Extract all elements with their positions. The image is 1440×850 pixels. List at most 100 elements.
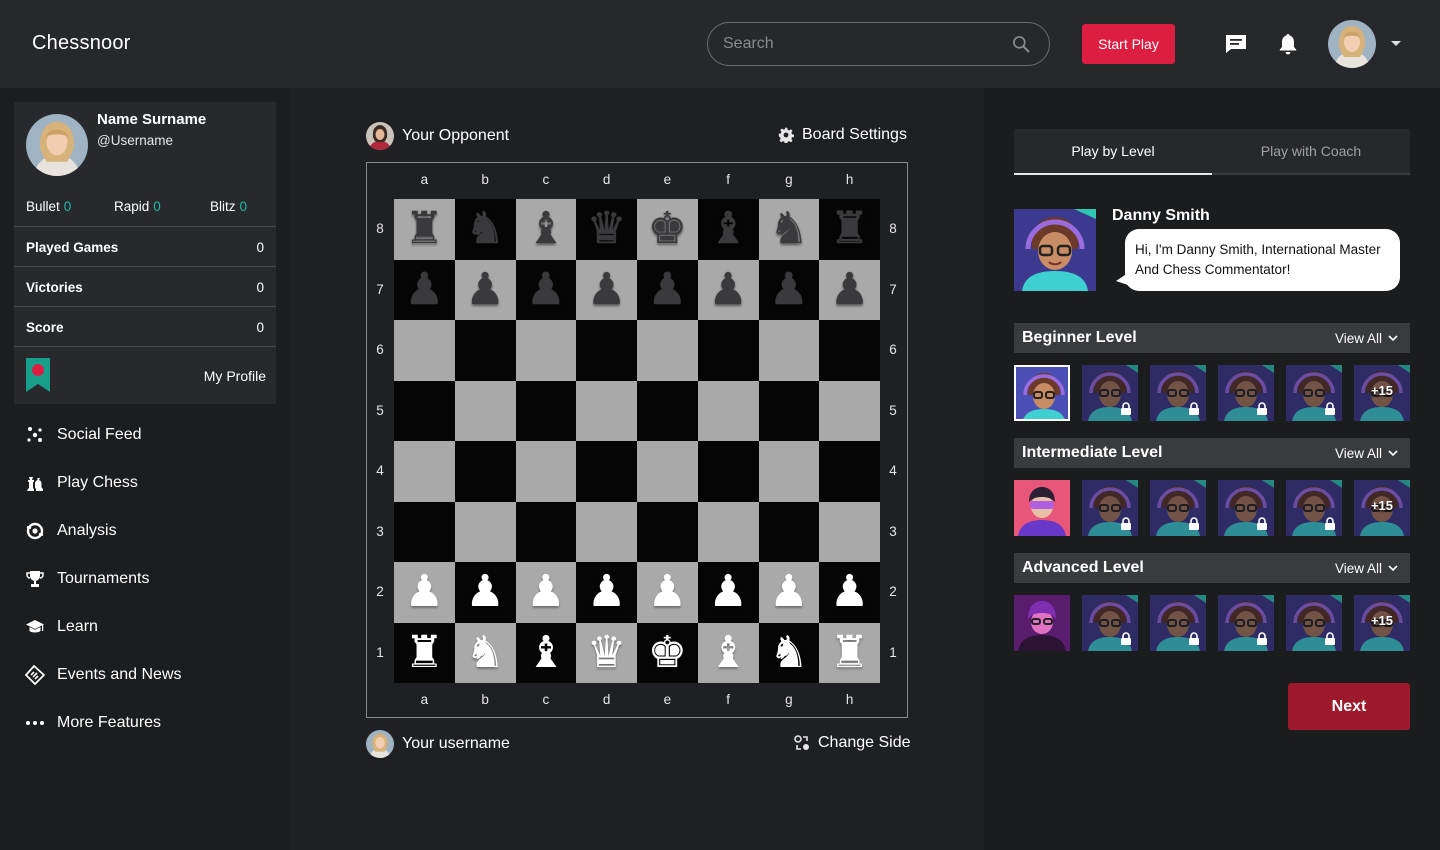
white-pawn-icon[interactable]: ♟ <box>648 570 687 614</box>
white-bishop-icon[interactable]: ♝ <box>708 630 747 675</box>
square-h5[interactable] <box>819 380 880 441</box>
coach-thumbnail[interactable] <box>1286 480 1342 536</box>
white-rook-icon[interactable]: ♜ <box>830 630 869 675</box>
coach-thumbnail[interactable] <box>1082 595 1138 651</box>
square-h8[interactable]: ♜ <box>819 199 880 260</box>
square-g3[interactable] <box>758 501 820 562</box>
square-b7[interactable]: ♟ <box>454 259 516 320</box>
coach-thumbnail[interactable] <box>1218 595 1274 651</box>
white-king-icon[interactable]: ♚ <box>648 630 687 675</box>
white-pawn-icon[interactable]: ♟ <box>769 570 808 614</box>
nav-analysis[interactable]: Analysis <box>25 517 117 545</box>
square-h6[interactable] <box>819 320 880 381</box>
white-pawn-icon[interactable]: ♟ <box>708 570 747 614</box>
square-d4[interactable] <box>576 441 637 502</box>
square-f2[interactable]: ♟ <box>697 562 759 623</box>
board-settings-button[interactable]: Board Settings <box>778 126 907 144</box>
square-f6[interactable] <box>697 320 759 381</box>
coach-thumbnail[interactable] <box>1286 595 1342 651</box>
square-h2[interactable]: ♟ <box>819 562 880 623</box>
square-e4[interactable] <box>637 441 698 502</box>
square-b8[interactable]: ♞ <box>454 199 516 260</box>
caret-down-icon[interactable] <box>1391 41 1401 46</box>
start-play-button[interactable]: Start Play <box>1082 24 1175 64</box>
square-g1[interactable]: ♞ <box>758 622 820 683</box>
coach-thumbnail[interactable]: +15 <box>1354 595 1410 651</box>
black-rook-icon[interactable]: ♜ <box>405 207 444 251</box>
coach-thumbnail[interactable] <box>1150 595 1206 651</box>
nav-more-features[interactable]: More Features <box>25 709 161 737</box>
square-g2[interactable]: ♟ <box>758 562 820 623</box>
square-c5[interactable] <box>515 380 577 441</box>
nav-social-feed[interactable]: Social Feed <box>25 421 142 449</box>
black-queen-icon[interactable]: ♛ <box>587 207 626 251</box>
white-bishop-icon[interactable]: ♝ <box>526 630 565 675</box>
view-all-button[interactable]: View All <box>1335 561 1398 576</box>
coach-thumbnail[interactable] <box>1082 480 1138 536</box>
square-c8[interactable]: ♝ <box>515 199 577 260</box>
square-h1[interactable]: ♜ <box>819 622 880 683</box>
coach-thumbnail[interactable] <box>1014 480 1070 536</box>
square-h7[interactable]: ♟ <box>819 259 880 320</box>
view-all-button[interactable]: View All <box>1335 331 1398 346</box>
square-d3[interactable] <box>576 501 637 562</box>
square-e7[interactable]: ♟ <box>637 259 698 320</box>
square-a2[interactable]: ♟ <box>394 562 455 623</box>
white-queen-icon[interactable]: ♛ <box>587 630 626 675</box>
square-c2[interactable]: ♟ <box>515 562 577 623</box>
white-pawn-icon[interactable]: ♟ <box>587 570 626 614</box>
white-pawn-icon[interactable]: ♟ <box>405 570 444 614</box>
square-c3[interactable] <box>515 501 577 562</box>
white-pawn-icon[interactable]: ♟ <box>465 570 504 614</box>
tab-play-by-level[interactable]: Play by Level <box>1014 129 1212 175</box>
square-g5[interactable] <box>758 380 820 441</box>
brand-logo[interactable]: Chessnoor <box>32 32 131 55</box>
coach-thumbnail[interactable] <box>1218 480 1274 536</box>
square-a6[interactable] <box>394 320 455 381</box>
coach-thumbnail[interactable] <box>1014 595 1070 651</box>
chat-icon[interactable] <box>1224 32 1248 56</box>
coach-thumbnail[interactable]: +15 <box>1354 480 1410 536</box>
nav-events-news[interactable]: Events and News <box>25 661 182 689</box>
square-f8[interactable]: ♝ <box>697 199 759 260</box>
square-c1[interactable]: ♝ <box>515 622 577 683</box>
search-box[interactable] <box>707 22 1050 66</box>
square-f7[interactable]: ♟ <box>697 259 759 320</box>
square-e2[interactable]: ♟ <box>637 562 698 623</box>
white-knight-icon[interactable]: ♞ <box>465 630 504 675</box>
chessboard[interactable]: ♜ ♞ ♝ ♛ ♚ ♝ ♞ ♜ ♟ ♟ ♟ ♟ ♟ ♟ ♟ ♟ ♟ ♟ ♟ ♟ ♟ ♟ ♟ ♟ ♜ ♞ ♝ ♛ ♚ ♝ ♞ ♜ <box>394 199 880 683</box>
nav-play-chess[interactable]: Play Chess <box>25 469 138 497</box>
search-icon[interactable] <box>1011 34 1031 54</box>
coach-thumbnail[interactable] <box>1150 365 1206 421</box>
black-knight-icon[interactable]: ♞ <box>465 207 504 251</box>
square-e3[interactable] <box>637 501 698 562</box>
square-f4[interactable] <box>697 441 759 502</box>
black-pawn-icon[interactable]: ♟ <box>648 267 687 312</box>
square-e8[interactable]: ♚ <box>637 199 698 260</box>
square-b2[interactable]: ♟ <box>454 562 516 623</box>
square-b3[interactable] <box>454 501 516 562</box>
square-b6[interactable] <box>454 320 516 381</box>
coach-thumbnail[interactable] <box>1014 365 1070 421</box>
coach-thumbnail[interactable]: +15 <box>1354 365 1410 421</box>
square-e5[interactable] <box>637 380 698 441</box>
square-a1[interactable]: ♜ <box>394 622 455 683</box>
black-bishop-icon[interactable]: ♝ <box>708 207 747 251</box>
square-a5[interactable] <box>394 380 455 441</box>
square-e1[interactable]: ♚ <box>637 622 698 683</box>
black-bishop-icon[interactable]: ♝ <box>526 207 565 251</box>
square-e6[interactable] <box>637 320 698 381</box>
square-d2[interactable]: ♟ <box>576 562 637 623</box>
next-button[interactable]: Next <box>1288 683 1410 730</box>
square-h3[interactable] <box>819 501 880 562</box>
tab-play-with-coach[interactable]: Play with Coach <box>1212 129 1410 173</box>
black-king-icon[interactable]: ♚ <box>648 207 687 251</box>
user-avatar[interactable] <box>1328 20 1376 68</box>
square-g8[interactable]: ♞ <box>758 199 820 260</box>
black-rook-icon[interactable]: ♜ <box>830 207 869 251</box>
square-c7[interactable]: ♟ <box>515 259 577 320</box>
coach-thumbnail[interactable] <box>1286 365 1342 421</box>
square-d5[interactable] <box>576 380 637 441</box>
square-d6[interactable] <box>576 320 637 381</box>
bell-icon[interactable] <box>1276 32 1300 56</box>
